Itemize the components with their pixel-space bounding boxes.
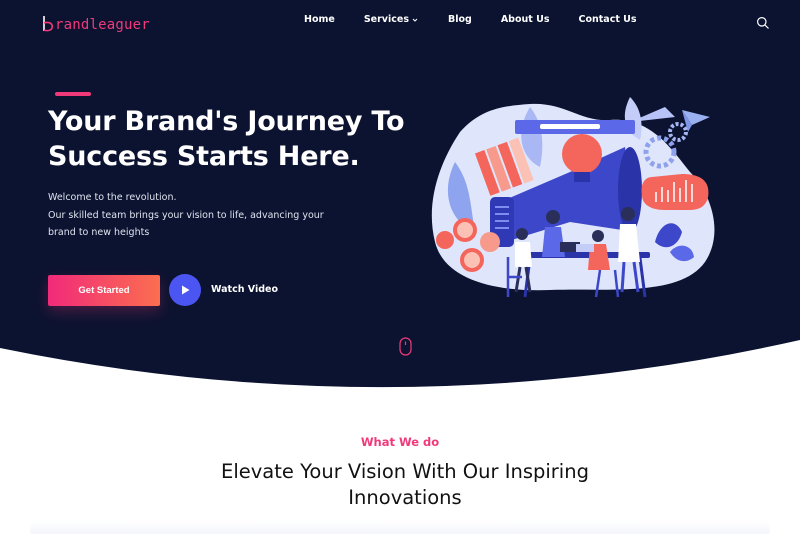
watch-video-link[interactable]: Watch Video <box>211 284 278 295</box>
hero-description-line: Welcome to the revolution. <box>48 192 177 203</box>
logo-mark-icon <box>43 16 54 32</box>
chevron-down-icon <box>412 18 418 22</box>
play-icon <box>182 285 190 295</box>
nav-item-about-us[interactable]: About Us <box>501 14 550 25</box>
hero-section: randleaguer Home Services Blog About Us … <box>0 0 800 395</box>
section-eyebrow: What We do <box>360 435 440 449</box>
hero-title-line: Success Starts Here. <box>48 141 360 172</box>
play-video-button[interactable] <box>169 274 201 306</box>
scroll-mouse-icon[interactable] <box>399 337 412 356</box>
logo-text: randleaguer <box>55 17 150 33</box>
nav-item-label: About Us <box>500 14 550 25</box>
get-started-button[interactable]: Get Started <box>48 275 160 306</box>
nav-item-label: Services <box>363 14 409 25</box>
cards-row-shadow <box>30 520 770 534</box>
nav-item-label: Home <box>304 14 335 25</box>
section-title-line: Innovations <box>348 486 462 509</box>
section-title: Elevate Your Vision With Our Inspiring I… <box>200 459 610 511</box>
nav-item-label: Blog <box>447 14 472 25</box>
hero-description-line: brand to new heights <box>48 227 150 238</box>
hero-title: Your Brand's Journey To Success Starts H… <box>48 104 408 174</box>
main-nav: Home Services Blog About Us Contact Us <box>304 14 666 25</box>
nav-item-label: Contact Us <box>578 14 637 25</box>
nav-item-contact-us[interactable]: Contact Us <box>578 14 636 25</box>
nav-item-services[interactable]: Services <box>364 14 419 25</box>
search-icon[interactable] <box>756 16 770 30</box>
brand-logo[interactable]: randleaguer <box>42 11 150 33</box>
nav-item-home[interactable]: Home <box>304 14 335 25</box>
hero-description-line: Our skilled team brings your vision to l… <box>48 209 324 221</box>
section-title-line: Elevate Your Vision With Our Inspiring <box>221 460 589 483</box>
hero-description: Welcome to the revolution. Our skilled t… <box>48 189 338 242</box>
hero-title-line: Your Brand's Journey To <box>48 106 405 137</box>
nav-item-blog[interactable]: Blog <box>448 14 472 25</box>
title-accent-line <box>55 92 91 96</box>
hero-illustration <box>431 97 715 298</box>
